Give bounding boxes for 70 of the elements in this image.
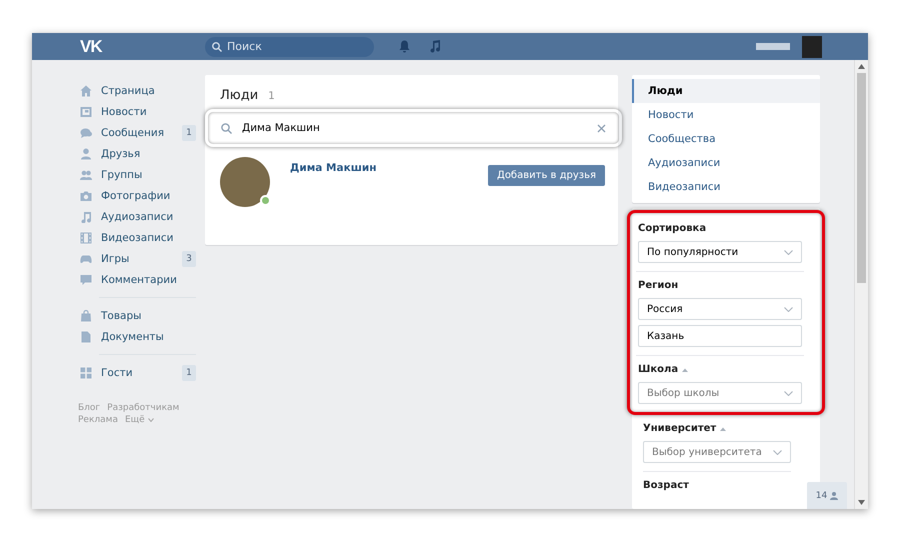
add-friend-button[interactable]: Добавить в друзья (488, 165, 605, 186)
dropdown-select[interactable]: Выбор университета (643, 441, 791, 463)
scroll-up-icon[interactable] (858, 64, 865, 69)
search-icon (212, 42, 222, 52)
filter-label: Возраст (643, 480, 689, 491)
online-friends-count[interactable]: 14 (816, 490, 828, 500)
film-strip-icon (80, 232, 92, 244)
sidebar-item[interactable]: Видеозаписи (78, 227, 196, 248)
filter-label: Школа (638, 364, 678, 375)
search-placeholder: Поиск (227, 40, 262, 53)
music-note-icon (80, 210, 92, 222)
newspaper-icon (80, 106, 92, 118)
scrollbar-thumb[interactable] (857, 73, 866, 283)
counter-badge: 1 (182, 124, 196, 140)
counter-badge: 1 (182, 364, 196, 380)
sidebar-item[interactable]: Группы (78, 164, 196, 185)
menu-item[interactable]: Аудиозаписи (632, 151, 820, 175)
camera-icon (80, 190, 92, 202)
chevron-down-icon (773, 450, 782, 454)
filter-label: Университет (643, 423, 716, 434)
sidebar-item[interactable]: Аудиозаписи (78, 206, 196, 227)
comment-icon (80, 274, 92, 286)
sidebar-item[interactable]: Товары (78, 305, 196, 326)
person-icon (830, 492, 838, 500)
caret-up-icon[interactable] (720, 426, 726, 430)
vk-logo[interactable]: VK (80, 36, 205, 56)
person-icon (80, 148, 92, 160)
speech-bubble-icon (80, 126, 92, 138)
result-count: 1 (268, 90, 275, 102)
grid-icon (80, 366, 92, 378)
menu-item[interactable]: Люди (632, 79, 820, 103)
chevron-down-icon (784, 390, 793, 396)
sidebar-item[interactable]: Комментарии (78, 269, 196, 290)
sidebar-item[interactable]: Игры 3 (78, 248, 196, 269)
home-icon (80, 84, 92, 96)
sidebar-item[interactable]: Новости (78, 101, 196, 122)
sidebar-item[interactable]: Сообщения 1 (78, 122, 196, 143)
dropdown-select[interactable]: По популярности (638, 241, 802, 263)
dropdown-select[interactable]: Выбор школы (638, 382, 802, 404)
bell-icon[interactable] (399, 40, 410, 53)
menu-item[interactable]: Видеозаписи (632, 175, 820, 199)
gamepad-icon (80, 252, 92, 264)
dropdown-select[interactable]: Россия (638, 298, 802, 320)
avatar-photo-placeholder[interactable] (220, 157, 270, 207)
counter-badge: 3 (182, 250, 196, 266)
menu-item[interactable]: Сообщества (632, 127, 820, 151)
music-note-icon[interactable] (430, 40, 441, 53)
sidebar-item[interactable]: Друзья (78, 143, 196, 164)
menu-item[interactable]: Новости (632, 103, 820, 127)
sidebar-item[interactable]: Страница (78, 80, 196, 101)
people-icon (80, 168, 92, 180)
scroll-down-icon[interactable] (858, 500, 865, 505)
person-name-link[interactable]: Дима Макшин (290, 162, 488, 207)
chevron-down-icon (784, 306, 793, 312)
filter-label: Сортировка (638, 223, 706, 234)
close-icon[interactable] (597, 124, 606, 132)
document-icon (80, 330, 92, 342)
section-title: Люди (220, 88, 258, 103)
filter-label: Регион (638, 280, 678, 291)
sidebar-item[interactable]: Документы (78, 326, 196, 347)
caret-up-icon[interactable] (682, 368, 688, 372)
scrollbar[interactable] (854, 60, 868, 509)
header-search-field[interactable]: Поиск (205, 36, 374, 56)
sidebar-item[interactable]: Фотографии (78, 185, 196, 206)
city-input-field[interactable]: Казань (638, 325, 802, 347)
search-icon (221, 122, 232, 134)
avatar-placeholder[interactable] (802, 36, 822, 58)
sidebar-item[interactable]: Гости 1 (78, 362, 196, 383)
shopping-bag-icon (80, 310, 92, 322)
chevron-down-icon (784, 250, 793, 254)
